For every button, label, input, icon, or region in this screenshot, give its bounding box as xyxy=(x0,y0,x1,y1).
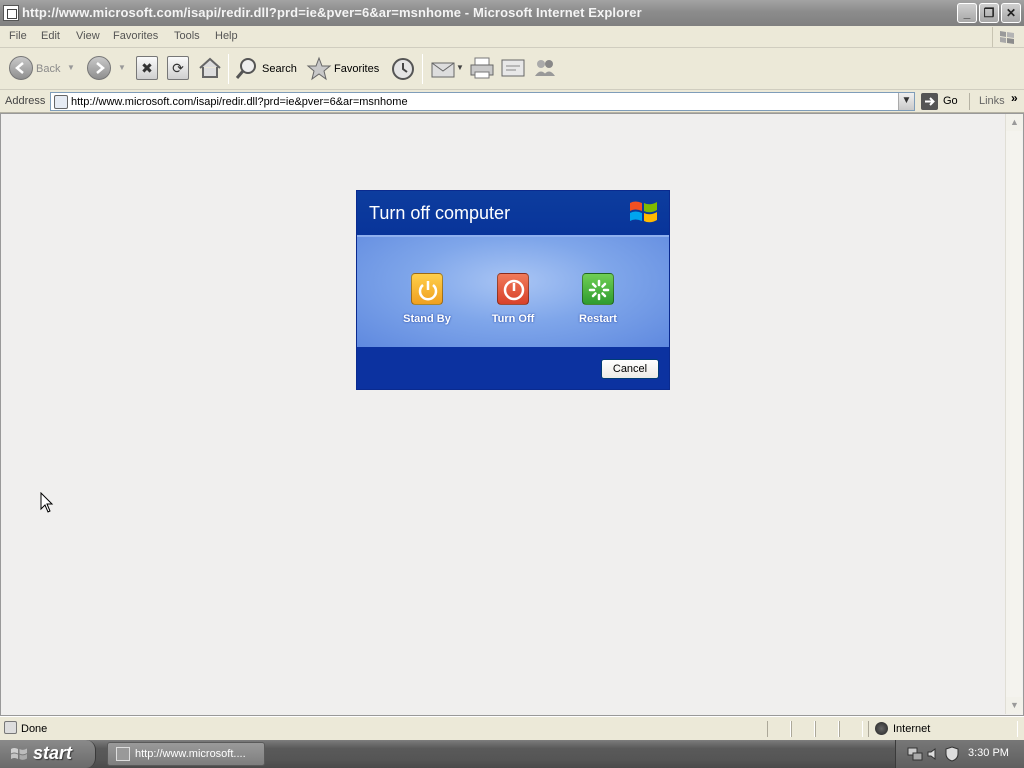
toolbar: Back ▼ ▼ ✖ ⟳ Search Favorites ▼ xyxy=(0,48,1024,90)
toolbar-separator xyxy=(228,54,229,84)
menu-view[interactable]: View xyxy=(76,30,100,42)
start-flag-icon xyxy=(10,746,28,762)
links-separator xyxy=(969,93,970,110)
vertical-scrollbar[interactable]: ▲ ▼ xyxy=(1005,114,1023,714)
restart-icon[interactable] xyxy=(582,273,614,305)
windows-logo-icon xyxy=(992,27,1020,47)
scroll-up-icon[interactable]: ▲ xyxy=(1006,114,1023,131)
mail-dropdown-icon[interactable]: ▼ xyxy=(456,63,464,72)
scroll-down-icon[interactable]: ▼ xyxy=(1006,697,1023,714)
menu-favorites[interactable]: Favorites xyxy=(113,30,158,42)
favorites-star-icon[interactable] xyxy=(306,56,332,82)
menu-edit[interactable]: Edit xyxy=(41,30,60,42)
internet-globe-icon xyxy=(875,722,888,735)
address-input[interactable]: http://www.microsoft.com/isapi/redir.dll… xyxy=(50,92,915,111)
security-shield-icon[interactable] xyxy=(945,746,959,762)
zone-text: Internet xyxy=(893,723,931,735)
clock[interactable]: 3:30 PM xyxy=(968,747,1009,759)
search-button-label[interactable]: Search xyxy=(262,63,297,75)
taskbar: start http://www.microsoft.... 3:30 PM xyxy=(0,740,1024,768)
dialog-title: Turn off computer xyxy=(369,203,511,223)
mouse-cursor-icon xyxy=(40,491,54,514)
favorites-button-label[interactable]: Favorites xyxy=(334,63,379,75)
close-button[interactable]: ✕ xyxy=(1001,3,1021,23)
status-pane xyxy=(767,721,791,737)
forward-dropdown-icon[interactable]: ▼ xyxy=(118,63,126,72)
menu-tools[interactable]: Tools xyxy=(174,30,200,42)
go-arrow-icon[interactable] xyxy=(921,93,938,110)
page-status-icon xyxy=(4,721,17,734)
dialog-footer: Cancel xyxy=(357,347,669,389)
menu-help[interactable]: Help xyxy=(215,30,238,42)
messenger-icon[interactable] xyxy=(532,56,558,80)
status-pane xyxy=(815,721,839,737)
links-chevron-icon[interactable]: » xyxy=(1011,91,1018,105)
window-title: http://www.microsoft.com/isapi/redir.dll… xyxy=(22,5,642,20)
search-icon[interactable] xyxy=(234,56,260,82)
cancel-button[interactable]: Cancel xyxy=(601,359,659,379)
network-icon[interactable] xyxy=(907,746,923,762)
ie-page-icon xyxy=(3,5,19,21)
forward-arrow-icon[interactable] xyxy=(87,56,111,80)
restart-label[interactable]: Restart xyxy=(558,313,638,325)
restore-button[interactable]: ❐ xyxy=(979,3,999,23)
system-tray: 3:30 PM xyxy=(895,740,1024,768)
back-dropdown-icon[interactable]: ▼ xyxy=(67,63,75,72)
taskbar-window-button[interactable]: http://www.microsoft.... xyxy=(107,742,265,766)
refresh-icon[interactable]: ⟳ xyxy=(167,56,189,80)
stop-icon[interactable]: ✖ xyxy=(136,56,158,80)
address-dropdown-icon[interactable]: ▼ xyxy=(898,93,914,110)
go-button-label[interactable]: Go xyxy=(943,95,958,107)
address-label: Address xyxy=(5,95,46,107)
address-bar: Address http://www.microsoft.com/isapi/r… xyxy=(0,90,1024,113)
status-pane xyxy=(791,721,815,737)
links-label[interactable]: Links xyxy=(979,95,1005,107)
power-icon[interactable] xyxy=(497,273,529,305)
volume-icon[interactable] xyxy=(926,746,942,762)
start-label[interactable]: start xyxy=(33,743,72,764)
toolbar-separator xyxy=(422,54,423,84)
menu-bar: File Edit View Favorites Tools Help xyxy=(0,26,1024,48)
home-icon[interactable] xyxy=(197,56,223,80)
status-pane xyxy=(839,721,863,737)
turn-off-label[interactable]: Turn Off xyxy=(473,313,553,325)
zone-pane xyxy=(868,721,1018,737)
title-bar[interactable]: http://www.microsoft.com/isapi/redir.dll… xyxy=(0,0,1024,26)
mail-icon[interactable] xyxy=(430,58,456,80)
back-button-label[interactable]: Back xyxy=(36,63,60,75)
status-bar: Done Internet xyxy=(0,716,1024,740)
standby-icon[interactable] xyxy=(411,273,443,305)
dialog-options-panel: Stand By Turn Off Restart xyxy=(357,235,669,347)
history-icon[interactable] xyxy=(390,56,416,82)
page-icon xyxy=(54,95,68,109)
print-icon[interactable] xyxy=(469,56,495,80)
turn-off-dialog: Turn off computer Stand By Turn Off Rest… xyxy=(356,190,670,390)
status-text: Done xyxy=(21,723,48,735)
minimize-button[interactable]: _ xyxy=(957,3,977,23)
windows-flag-icon xyxy=(627,197,661,227)
back-arrow-icon[interactable] xyxy=(9,56,33,80)
menu-file[interactable]: File xyxy=(9,30,27,42)
standby-label[interactable]: Stand By xyxy=(387,313,467,325)
edit-icon[interactable] xyxy=(500,57,526,79)
taskbar-window-label[interactable]: http://www.microsoft.... xyxy=(135,748,246,760)
dialog-header: Turn off computer xyxy=(357,191,669,235)
ie-task-icon xyxy=(116,747,130,761)
start-button[interactable]: start xyxy=(0,740,96,768)
address-url[interactable]: http://www.microsoft.com/isapi/redir.dll… xyxy=(71,96,408,108)
